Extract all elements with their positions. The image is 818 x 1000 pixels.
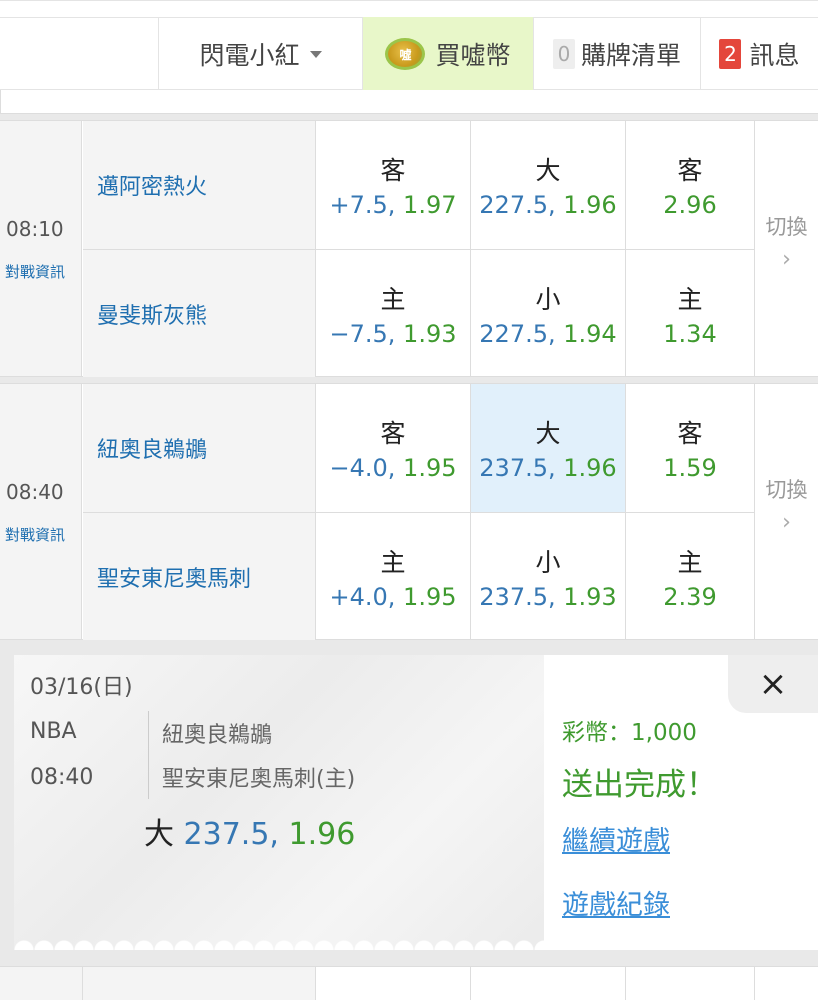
odds-value: 1.95 xyxy=(403,583,457,611)
odds-value: 1.96 xyxy=(563,191,617,219)
filter-strip xyxy=(0,90,818,114)
close-icon[interactable]: × xyxy=(728,655,818,713)
cart-label: 購牌清單 xyxy=(580,41,681,70)
odds-value: 2.96 xyxy=(663,191,717,219)
home-moneyline-odds[interactable]: 主 2.39 xyxy=(626,512,755,640)
switch-label: 切換 xyxy=(765,478,808,502)
bet-type-label: 大 xyxy=(144,817,174,852)
submit-complete-message: 送出完成！ xyxy=(562,767,717,803)
messages-label: 訊息 xyxy=(749,41,800,70)
chevron-right-icon: › xyxy=(782,247,791,272)
away-spread-odds[interactable]: 客 +7.5, 1.97 xyxy=(316,121,471,249)
under-odds[interactable]: 小 227.5, 1.94 xyxy=(471,249,626,377)
odds-value: 1.96 xyxy=(563,454,617,482)
odds-value: 1.93 xyxy=(403,320,457,348)
match-info-link[interactable]: 對戰資訊 xyxy=(5,261,65,282)
bet-ticket: 03/16(日) NBA 08:40 紐奧良鵜鶘 聖安東尼奧馬刺(主) 大 23… xyxy=(14,655,544,950)
over-odds[interactable]: 大 227.5, 1.96 xyxy=(471,121,626,249)
bet-amount: 彩幣：1,000 xyxy=(562,720,697,746)
total-line: 237.5, xyxy=(479,454,556,482)
user-menu[interactable]: 閃電小紅 xyxy=(158,17,362,91)
user-name: 閃電小紅 xyxy=(199,41,300,70)
home-spread-odds[interactable]: 主 +4.0, 1.95 xyxy=(316,512,471,640)
odds-label: 主 xyxy=(677,548,703,577)
cart-button[interactable]: 0 購牌清單 xyxy=(533,17,700,91)
odds-value: 1.94 xyxy=(563,320,617,348)
game-history-link[interactable]: 遊戲紀錄 xyxy=(562,883,670,922)
away-team: 邁阿密熱火 xyxy=(83,121,316,249)
home-moneyline-odds[interactable]: 主 1.34 xyxy=(626,249,755,377)
match-time-column: 08:10 對戰資訊 xyxy=(0,121,82,376)
odds-label: 主 xyxy=(380,285,406,314)
odds-value: 1.59 xyxy=(663,454,717,482)
odds-label: 大 xyxy=(535,156,561,185)
over-odds-selected[interactable]: 大 237.5, 1.96 xyxy=(471,384,626,512)
total-line: 227.5, xyxy=(479,191,556,219)
messages-button[interactable]: 2 訊息 xyxy=(700,17,818,91)
odds-label: 客 xyxy=(380,419,406,448)
switch-button[interactable]: 切換 › xyxy=(755,121,818,376)
spread-line: −4.0, xyxy=(329,454,396,482)
total-line: 227.5, xyxy=(479,320,556,348)
odds-label: 客 xyxy=(677,156,703,185)
total-line: 237.5, xyxy=(479,583,556,611)
odds-label: 大 xyxy=(535,419,561,448)
buy-coins-label: 買噓幣 xyxy=(435,41,511,70)
bet-line: 237.5, xyxy=(183,817,279,852)
match-time: 08:10 xyxy=(6,217,64,241)
away-moneyline-odds[interactable]: 客 1.59 xyxy=(626,384,755,512)
match-info-link[interactable]: 對戰資訊 xyxy=(5,524,65,545)
continue-game-link[interactable]: 繼續遊戲 xyxy=(562,819,670,858)
bet-team-home: 聖安東尼奧馬刺(主) xyxy=(162,767,356,792)
bet-time: 08:40 xyxy=(30,765,94,790)
top-bar: 閃電小紅 噓 買噓幣 0 購牌清單 2 訊息 xyxy=(0,0,818,91)
away-spread-odds[interactable]: 客 −4.0, 1.95 xyxy=(316,384,471,512)
switch-label: 切換 xyxy=(765,215,808,239)
row-cell xyxy=(471,967,626,1000)
bet-date: 03/16(日) xyxy=(30,675,133,700)
away-moneyline-odds[interactable]: 客 2.96 xyxy=(626,121,755,249)
bet-selection: 大 237.5, 1.96 xyxy=(144,809,355,853)
home-spread-odds[interactable]: 主 −7.5, 1.93 xyxy=(316,249,471,377)
spread-line: +7.5, xyxy=(329,191,396,219)
bet-odds: 1.96 xyxy=(288,817,356,852)
odds-label: 小 xyxy=(535,548,561,577)
coin-icon: 噓 xyxy=(385,38,426,70)
spread-line: −7.5, xyxy=(329,320,396,348)
odds-label: 客 xyxy=(380,156,406,185)
odds-value: 2.39 xyxy=(663,583,717,611)
bet-confirmation-popup: 03/16(日) NBA 08:40 紐奧良鵜鶘 聖安東尼奧馬刺(主) 大 23… xyxy=(14,655,818,950)
message-count-badge: 2 xyxy=(719,39,742,69)
home-team: 曼斐斯灰熊 xyxy=(83,249,316,377)
buy-coins-button[interactable]: 噓 買噓幣 xyxy=(362,17,533,91)
row-cell xyxy=(83,967,316,1000)
match-time-column: 08:40 對戰資訊 xyxy=(0,384,82,639)
odds-value: 1.34 xyxy=(663,320,717,348)
next-match-row xyxy=(0,966,818,1000)
row-cell xyxy=(316,967,471,1000)
chevron-right-icon: › xyxy=(782,510,791,535)
odds-value: 1.95 xyxy=(403,454,457,482)
switch-button[interactable]: 切換 › xyxy=(755,384,818,639)
odds-label: 小 xyxy=(535,285,561,314)
home-team: 聖安東尼奧馬刺 xyxy=(83,512,316,640)
away-team: 紐奧良鵜鶘 xyxy=(83,384,316,512)
odds-label: 主 xyxy=(677,285,703,314)
caret-down-icon xyxy=(309,50,322,58)
under-odds[interactable]: 小 237.5, 1.93 xyxy=(471,512,626,640)
match-time: 08:40 xyxy=(6,480,64,504)
match-row: 08:10 對戰資訊 邁阿密熱火 曼斐斯灰熊 客 +7.5, 1.97 大 22… xyxy=(0,120,818,377)
ticket-divider xyxy=(148,711,149,799)
cart-count-badge: 0 xyxy=(552,39,575,69)
bet-team-away: 紐奧良鵜鶘 xyxy=(162,723,273,748)
row-cell xyxy=(626,967,755,1000)
odds-label: 主 xyxy=(380,548,406,577)
match-row: 08:40 對戰資訊 紐奧良鵜鶘 聖安東尼奧馬刺 客 −4.0, 1.95 大 … xyxy=(0,383,818,640)
bet-league: NBA xyxy=(30,719,77,744)
odds-value: 1.97 xyxy=(403,191,457,219)
row-cell xyxy=(0,967,83,1000)
spread-line: +4.0, xyxy=(329,583,396,611)
odds-label: 客 xyxy=(677,419,703,448)
odds-value: 1.93 xyxy=(563,583,617,611)
